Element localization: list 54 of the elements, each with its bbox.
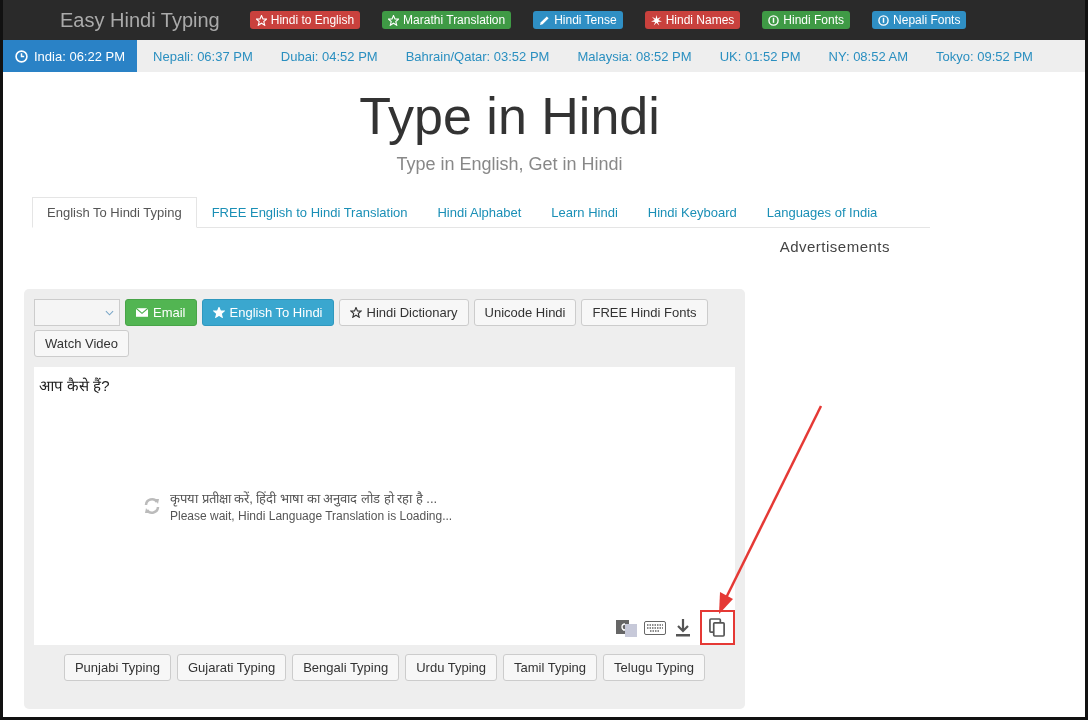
time-zone-tab[interactable]: Dubai: 04:52 PM: [268, 40, 390, 72]
copy-icon[interactable]: [709, 618, 726, 637]
star-icon: [212, 307, 225, 318]
toolbar-button[interactable]: Watch Video: [34, 330, 129, 357]
time-zone-tab[interactable]: Malaysia: 08:52 PM: [565, 40, 704, 72]
info-icon: [878, 14, 890, 26]
info-icon: [768, 14, 780, 26]
tab[interactable]: Hindi Keyboard: [632, 197, 752, 228]
advertisements-label: Advertisements: [779, 238, 890, 255]
time-zone-tab[interactable]: India: 06:22 PM: [3, 40, 138, 72]
nav-link[interactable]: Marathi Translation: [382, 11, 512, 29]
star-icon: [349, 307, 362, 318]
editor-text: आप कैसे हैं?: [38, 376, 111, 396]
tab[interactable]: Learn Hindi: [536, 197, 633, 228]
tab[interactable]: English To Hindi Typing: [32, 197, 197, 228]
toolbar-button[interactable]: English To Hindi: [201, 299, 334, 326]
site-title[interactable]: Easy Hindi Typing: [60, 8, 220, 32]
tab[interactable]: Hindi Alphabet: [422, 197, 537, 228]
refresh-icon: [142, 496, 162, 516]
tab[interactable]: Languages of India: [751, 197, 893, 228]
nav-link[interactable]: Hindi Names: [644, 11, 741, 29]
language-typing-button[interactable]: Bengali Typing: [292, 654, 400, 681]
loading-message: Please wait, Hindi Language Translation is Loading...: [170, 509, 453, 523]
page-subheading: Type in English, Get in Hindi: [395, 154, 624, 175]
language-typing-button[interactable]: Tamil Typing: [503, 654, 598, 681]
nav-link[interactable]: Hindi Tense: [533, 11, 623, 29]
pencil-icon: [539, 14, 551, 26]
nav-link[interactable]: Hindi to English: [249, 11, 361, 29]
time-zone-tab[interactable]: UK: 01:52 PM: [707, 40, 813, 72]
toolbar-button[interactable]: Email: [125, 299, 197, 326]
language-typing-button[interactable]: Punjabi Typing: [63, 654, 171, 681]
text-editor[interactable]: आप कैसे हैं? कृपया प्रतीक्षा करें, हिंदी भाषा का अनुवाद लोड हो रहा है ... Please wait, Hindi Language Translation is Loading...: [34, 367, 735, 645]
toolbar-button[interactable]: Hindi Dictionary: [338, 299, 469, 326]
star-icon: [388, 14, 400, 26]
chevron-down-icon: [105, 309, 114, 316]
loading-message: कृपया प्रतीक्षा करें, हिंदी भाषा का अनुवाद लोड हो रहा है ...: [170, 490, 439, 507]
time-zone-tab[interactable]: NY: 08:52 AM: [816, 40, 921, 72]
burst-icon: [650, 14, 662, 26]
nav-link[interactable]: Nepali Fonts: [872, 11, 967, 29]
time-zone-tab[interactable]: Bahrain/Qatar: 03:52 PM: [393, 40, 562, 72]
clock-icon: [15, 49, 28, 63]
toolbar-button[interactable]: FREE Hindi Fonts: [581, 299, 708, 326]
time-zone-tab[interactable]: Tokyo: 09:52 PM: [924, 40, 1045, 72]
star-icon: [255, 14, 267, 26]
translate-icon[interactable]: [616, 617, 638, 638]
envelope-icon: [136, 307, 148, 318]
tab[interactable]: FREE English to Hindi Translation: [196, 197, 423, 228]
toolbar-button[interactable]: Unicode Hindi: [473, 299, 577, 326]
page-heading: Type in Hindi: [358, 86, 661, 146]
time-zone-tab[interactable]: Nepali: 06:37 PM: [141, 40, 265, 72]
language-typing-button[interactable]: Urdu Typing: [405, 654, 498, 681]
language-typing-button[interactable]: Telugu Typing: [603, 654, 706, 681]
language-typing-button[interactable]: Gujarati Typing: [176, 654, 287, 681]
nav-link[interactable]: Hindi Fonts: [762, 11, 851, 29]
